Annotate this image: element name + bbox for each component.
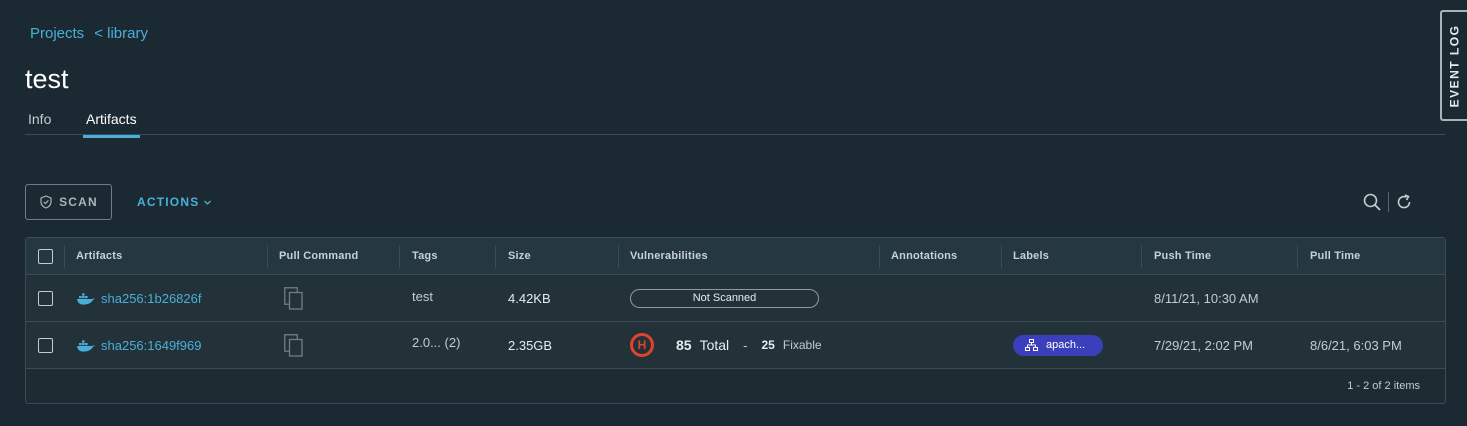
table-row[interactable]: sha256:1b26826f test 4.42KB Not Scanned … [26,275,1445,322]
breadcrumb: Projects < library [30,25,148,42]
vulnerability-separator: - [743,337,748,353]
artifact-digest-link[interactable]: sha256:1b26826f [101,291,201,306]
tab-bar: Info Artifacts [25,104,1445,138]
row-checkbox[interactable] [38,290,53,306]
vulnerability-total-count: 85 [676,337,692,353]
column-header-vulnerabilities[interactable]: Vulnerabilities [630,238,708,274]
severity-high-icon: H [630,333,654,357]
vulnerability-summary[interactable]: H 85 Total - 25 Fixable [630,333,822,357]
scan-status-badge: Not Scanned [630,288,819,308]
column-header-size[interactable]: Size [508,238,531,274]
artifact-tags: test [412,289,433,304]
column-header-push-time[interactable]: Push Time [1154,238,1211,274]
scan-button[interactable]: SCAN [25,184,112,220]
tab-artifacts[interactable]: Artifacts [83,111,140,138]
toolbar-divider [1388,192,1389,212]
label-hierarchy-icon [1025,339,1038,351]
tab-info[interactable]: Info [28,111,51,127]
breadcrumb-library-link[interactable]: < library [94,25,148,42]
column-header-annotations[interactable]: Annotations [891,238,957,274]
event-log-label: EVENT LOG [1447,24,1462,107]
artifact-size: 2.35GB [508,337,553,353]
vulnerability-fixable-count: 25 [761,338,775,352]
page-title: test [25,64,69,94]
artifact-tags[interactable]: 2.0... (2) [412,335,460,350]
vulnerability-total-label: Total [699,337,730,353]
chevron-down-icon [204,200,212,205]
datagrid-footer: 1 - 2 of 2 items [26,369,1445,403]
column-header-tags[interactable]: Tags [412,238,438,274]
scan-button-label: SCAN [59,195,98,209]
column-header-pull-command[interactable]: Pull Command [279,238,358,274]
artifact-push-time: 7/29/21, 2:02 PM [1154,337,1254,353]
datagrid-header: Artifacts Pull Command Tags Size Vulnera… [26,238,1445,275]
table-row[interactable]: sha256:1649f969 2.0... (2) 2.35GB H 85 T… [26,322,1445,369]
copy-icon[interactable] [284,333,303,357]
copy-icon[interactable] [284,286,303,310]
label-badge[interactable]: apach... [1013,334,1103,356]
artifacts-datagrid: Artifacts Pull Command Tags Size Vulnera… [25,237,1446,404]
artifact-digest-link[interactable]: sha256:1649f969 [101,338,201,353]
artifacts-page: Projects < library test Info Artifacts E… [0,0,1467,426]
column-header-artifacts[interactable]: Artifacts [76,238,122,274]
refresh-icon[interactable] [1394,192,1414,212]
column-header-pull-time[interactable]: Pull Time [1310,238,1361,274]
actions-dropdown[interactable]: ACTIONS [137,195,212,209]
actions-dropdown-label: ACTIONS [137,195,200,209]
docker-icon [77,339,95,352]
pagination-summary: 1 - 2 of 2 items [1347,380,1420,392]
docker-icon [77,292,95,305]
breadcrumb-projects-link[interactable]: Projects [30,25,84,42]
event-log-tab[interactable]: EVENT LOG [1440,10,1467,121]
row-checkbox[interactable] [38,337,53,353]
vulnerability-fixable-label: Fixable [782,338,822,352]
column-header-labels[interactable]: Labels [1013,238,1049,274]
artifact-pull-time: 8/6/21, 6:03 PM [1310,337,1402,353]
artifact-size: 4.42KB [508,290,551,306]
artifact-push-time: 8/11/21, 10:30 AM [1154,290,1259,306]
search-icon[interactable] [1362,192,1382,212]
select-all-checkbox[interactable] [38,248,53,264]
shield-icon [40,195,52,209]
label-badge-text: apach... [1046,339,1086,351]
